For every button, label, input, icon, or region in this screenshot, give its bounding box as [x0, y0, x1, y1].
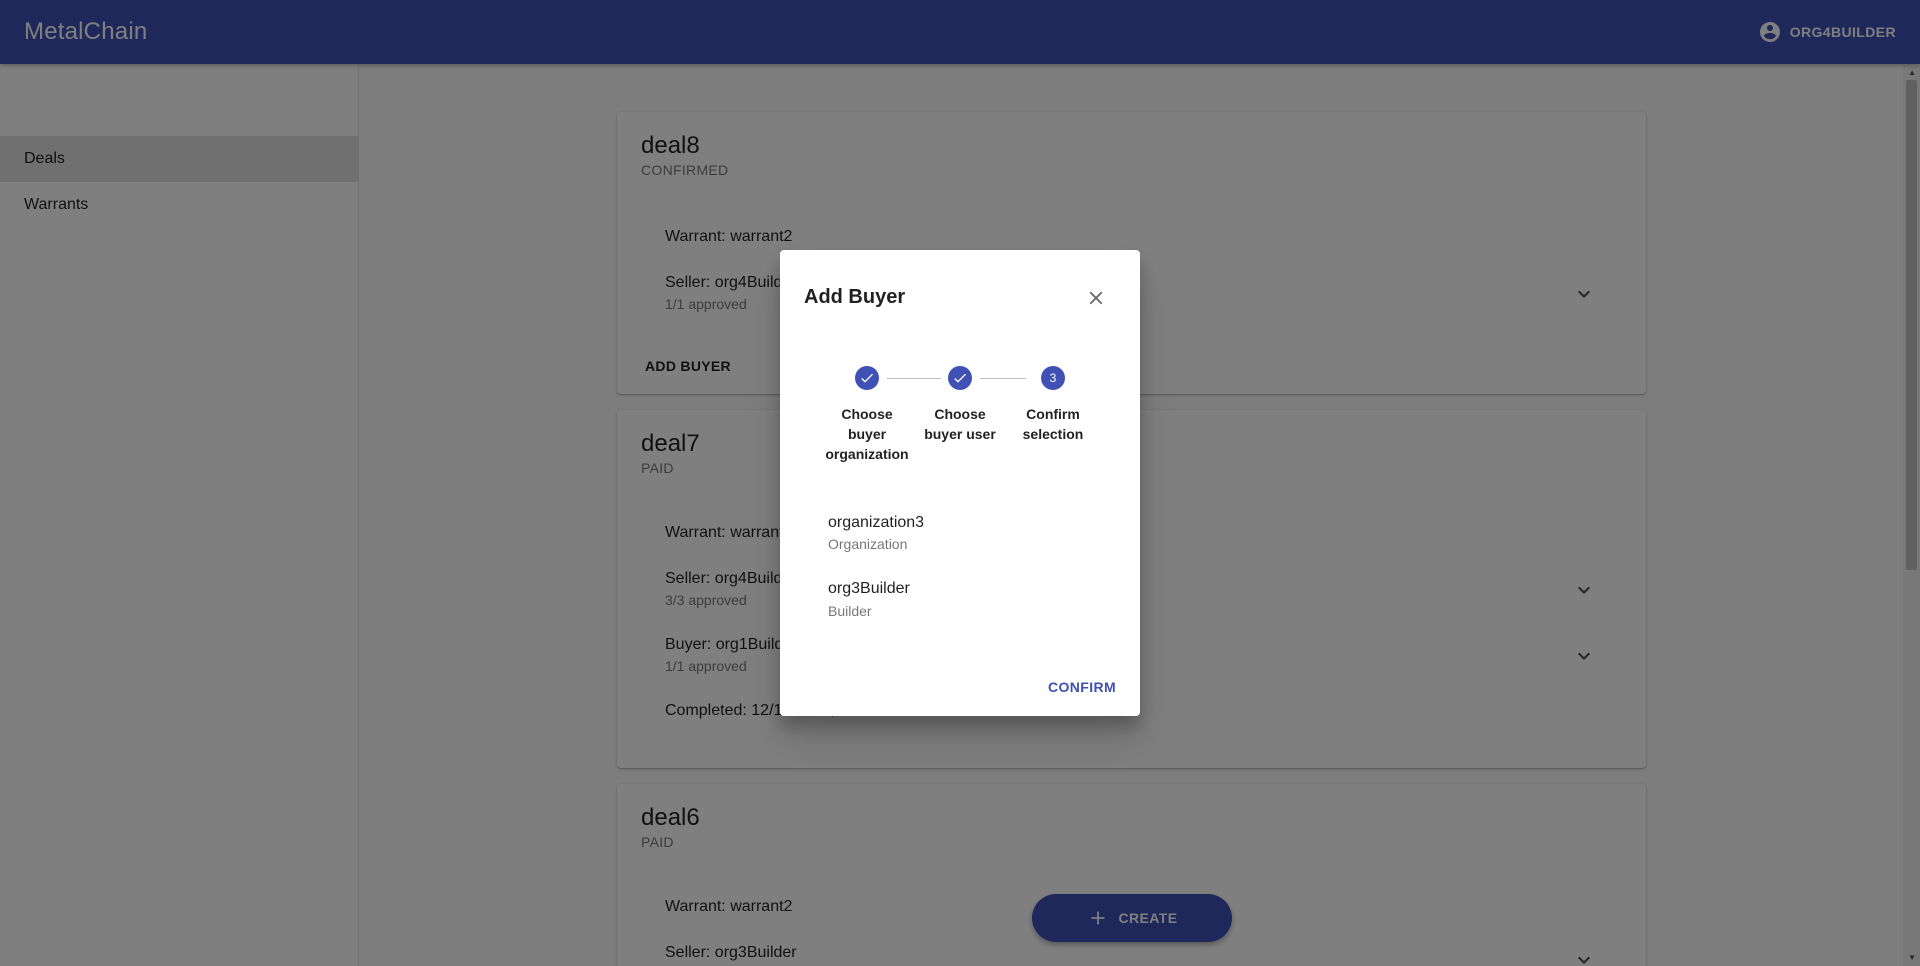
step-number: 3 — [1049, 371, 1057, 385]
step-3-active: 3 — [1041, 366, 1065, 390]
check-icon — [861, 373, 873, 383]
dialog-title: Add Buyer — [804, 286, 906, 308]
step-connector — [887, 378, 941, 379]
step-1-completed-icon — [855, 366, 879, 390]
selected-organization: organization3 — [828, 514, 925, 531]
selected-user: org3Builder — [828, 580, 910, 597]
add-buyer-dialog: Add Buyer 3 Choose buyer organization Ch… — [780, 250, 1140, 716]
close-button[interactable] — [1080, 282, 1112, 314]
selected-organization-type: Organization — [828, 536, 908, 552]
close-icon — [1089, 291, 1103, 305]
step-label: Choose buyer user — [924, 406, 996, 442]
step-label: Choose buyer organization — [825, 406, 909, 462]
confirm-button[interactable]: CONFIRM — [1048, 679, 1116, 695]
step-connector — [980, 378, 1026, 379]
step-2-completed-icon — [948, 366, 972, 390]
check-icon — [954, 373, 966, 383]
selected-user-role: Builder — [828, 603, 872, 619]
step-label: Confirm selection — [1022, 406, 1084, 442]
